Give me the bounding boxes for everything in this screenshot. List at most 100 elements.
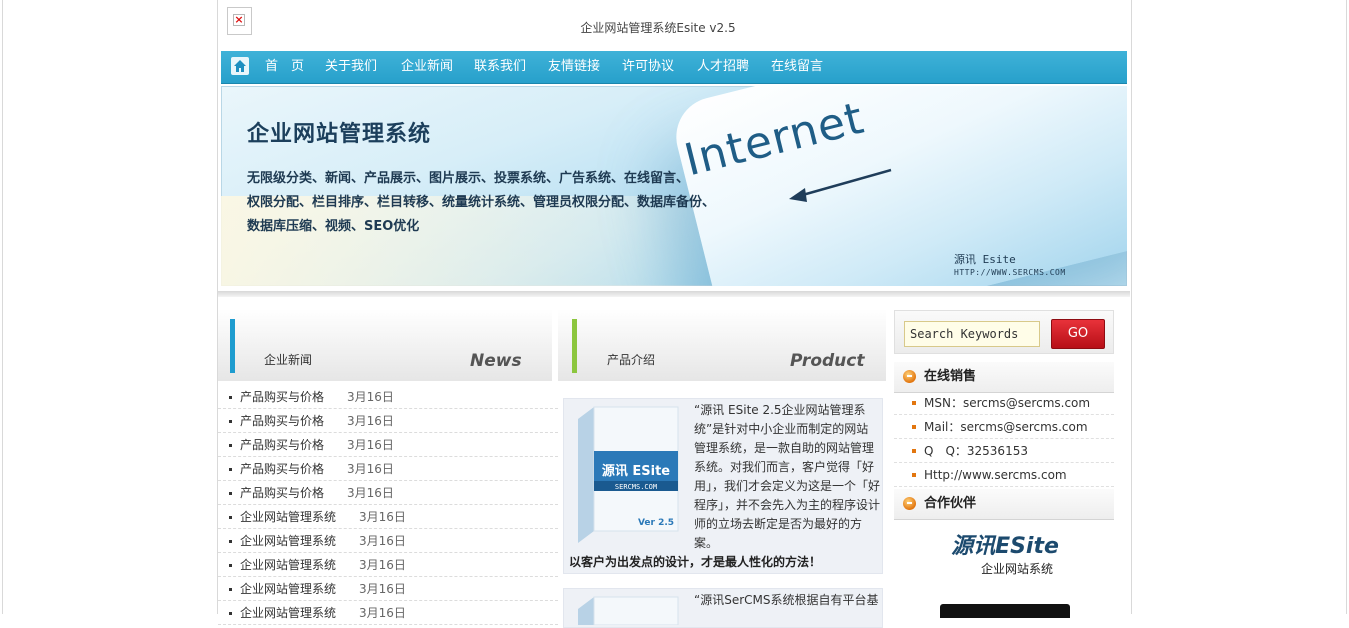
partner-logo-esite[interactable]: 源讯ESite 企业网站系统 <box>945 533 1065 577</box>
news-item-date: 3月16日 <box>347 438 394 452</box>
banner-feature-line: 权限分配、栏目排序、栏目转移、统量统计系统、管理员权限分配、数据库备份、 <box>247 195 716 210</box>
bullet-icon <box>229 468 232 471</box>
bullet-icon <box>912 473 916 477</box>
bullet-icon <box>229 420 232 423</box>
product-card[interactable]: 源讯 ESite SERCMS.COM Ver 2.5 “源讯 ESite 2.… <box>563 398 883 574</box>
home-icon[interactable] <box>231 57 249 75</box>
news-item-title[interactable]: 企业网站管理系统 <box>240 553 336 577</box>
banner-brand-url: HTTP://WWW.SERCMS.COM <box>954 268 1066 277</box>
minus-circle-icon <box>903 497 916 510</box>
news-item[interactable]: 企业网站管理系统 3月16日 <box>218 577 558 601</box>
nav-item-about[interactable]: 关于我们 <box>325 51 377 83</box>
news-item-title[interactable]: 企业网站管理系统 <box>240 529 336 553</box>
search-input[interactable] <box>904 321 1040 347</box>
news-item-date: 3月16日 <box>347 390 394 404</box>
product-box-image[interactable]: 源讯 ESite SERCMS.COM Ver 2.5 <box>572 405 684 549</box>
bullet-icon <box>229 444 232 447</box>
partners-header: 合作伙伴 <box>894 489 1114 520</box>
hero-banner: Internet 企业网站管理系统 无限级分类、新闻、产品展示、图片展示、投票系… <box>221 86 1127 286</box>
news-item-date: 3月16日 <box>359 582 406 596</box>
nav-item-license[interactable]: 许可协议 <box>622 51 674 83</box>
online-sales-title: 在线销售 <box>924 369 977 384</box>
news-item[interactable]: 产品购买与价格 3月16日 <box>218 457 558 481</box>
bullet-icon <box>912 425 916 429</box>
news-item[interactable]: 企业网站管理系统 3月16日 <box>218 529 558 553</box>
news-item[interactable]: 企业网站管理系统 3月16日 <box>218 601 558 625</box>
news-item-title[interactable]: 产品购买与价格 <box>240 433 324 457</box>
banner-divider <box>218 291 1130 297</box>
news-title-cn: 企业新闻 <box>264 353 313 367</box>
product-description: “源讯SerCMS系统根据自有平台基 <box>694 593 879 607</box>
news-item-date: 3月16日 <box>359 606 406 620</box>
news-list: 产品购买与价格 3月16日 产品购买与价格 3月16日 产品购买与价格 3月16日 产… <box>218 385 558 625</box>
news-item-title[interactable]: 产品购买与价格 <box>240 385 324 409</box>
product-title-en: Product <box>790 351 865 371</box>
search-go-button[interactable]: GO <box>1051 319 1105 349</box>
product-description: “源讯 ESite 2.5企业网站管理系统”是针对中小企业而制定的网站管理系统，… <box>694 403 881 550</box>
product-box-url: SERCMS.COM <box>615 483 657 491</box>
news-section-header: 企业新闻 News <box>218 309 552 381</box>
news-item-title[interactable]: 产品购买与价格 <box>240 457 324 481</box>
bullet-icon <box>912 449 916 453</box>
banner-feature-line: 数据库压缩、视频、SEO优化 <box>247 219 420 234</box>
product-section-header: 产品介绍 Product <box>558 309 886 381</box>
product-card[interactable]: “源讯SerCMS系统根据自有平台基 <box>563 588 883 628</box>
nav-item-guestbook[interactable]: 在线留言 <box>771 51 823 83</box>
news-item[interactable]: 产品购买与价格 3月16日 <box>218 409 558 433</box>
news-item-title[interactable]: 企业网站管理系统 <box>240 505 336 529</box>
news-accent-bar <box>230 319 235 373</box>
contact-text: Q Q：32536153 <box>924 444 1028 458</box>
broken-image-icon: × <box>233 13 245 26</box>
news-item[interactable]: 企业网站管理系统 3月16日 <box>218 505 558 529</box>
banner-title: 企业网站管理系统 <box>247 122 432 147</box>
contact-item-website[interactable]: Http://www.sercms.com <box>894 463 1114 487</box>
bullet-icon <box>229 588 232 591</box>
bullet-icon <box>229 564 232 567</box>
news-item-title[interactable]: 产品购买与价格 <box>240 481 324 505</box>
bullet-icon <box>229 492 232 495</box>
news-item-title[interactable]: 产品购买与价格 <box>240 409 324 433</box>
page-container: × 企业网站管理系统Esite v2.5 首 页 关于我们 企业新闻 联系我们 … <box>218 0 1130 628</box>
news-title-en: News <box>470 351 522 371</box>
news-item-title[interactable]: 企业网站管理系统 <box>240 577 336 601</box>
minus-circle-icon <box>903 370 916 383</box>
contact-item-qq: Q Q：32536153 <box>894 439 1114 463</box>
window-right-border <box>1346 0 1347 614</box>
bullet-icon <box>229 396 232 399</box>
partners-title: 合作伙伴 <box>924 496 977 511</box>
news-item[interactable]: 产品购买与价格 3月16日 <box>218 481 558 505</box>
news-item[interactable]: 产品购买与价格 3月16日 <box>218 433 558 457</box>
window-left-border <box>2 0 3 614</box>
page-right-border <box>1131 0 1132 614</box>
news-item-title[interactable]: 企业网站管理系统 <box>240 601 336 625</box>
bullet-icon <box>912 401 916 405</box>
partner-logo-sub: 企业网站系统 <box>980 562 1053 576</box>
partner-logo-second[interactable] <box>940 604 1070 618</box>
news-item-date: 3月16日 <box>359 510 406 524</box>
nav-item-contact[interactable]: 联系我们 <box>474 51 526 83</box>
bullet-icon <box>229 540 232 543</box>
arrow-icon <box>789 168 892 202</box>
contact-text: MSN：sercms@sercms.com <box>924 396 1091 410</box>
nav-item-home[interactable]: 首 页 <box>265 51 304 83</box>
contact-item-mail: Mail：sercms@sercms.com <box>894 415 1114 439</box>
news-item-date: 3月16日 <box>347 486 394 500</box>
news-item-date: 3月16日 <box>347 462 394 476</box>
news-item-date: 3月16日 <box>359 534 406 548</box>
product-box-version: Ver 2.5 <box>638 518 674 528</box>
product-box-title: 源讯 ESite <box>602 463 670 479</box>
news-item[interactable]: 企业网站管理系统 3月16日 <box>218 553 558 577</box>
product-box-image[interactable] <box>572 595 684 625</box>
product-accent-bar <box>572 319 577 373</box>
product-slogan: 以客户为出发点的设计，才是最人性化的方法！ <box>569 555 822 569</box>
contact-text: Mail：sercms@sercms.com <box>924 420 1088 434</box>
nav-item-jobs[interactable]: 人才招聘 <box>697 51 749 83</box>
site-logo[interactable]: × <box>227 7 252 35</box>
banner-brand: 源讯 Esite <box>954 253 1016 266</box>
banner-feature-line: 无限级分类、新闻、产品展示、图片展示、投票系统、广告系统、在线留言、 <box>247 171 690 186</box>
nav-item-links[interactable]: 友情链接 <box>548 51 600 83</box>
news-item-date: 3月16日 <box>359 558 406 572</box>
contact-text[interactable]: Http://www.sercms.com <box>924 463 1067 487</box>
news-item[interactable]: 产品购买与价格 3月16日 <box>218 385 558 409</box>
nav-item-news[interactable]: 企业新闻 <box>401 51 453 83</box>
